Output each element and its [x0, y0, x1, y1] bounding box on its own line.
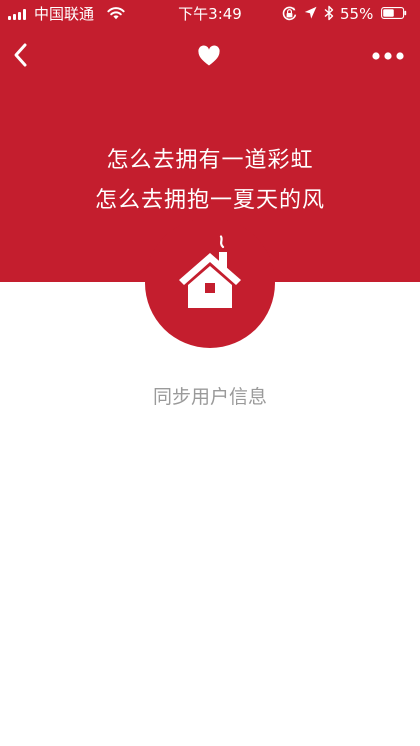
heart-icon[interactable]: [197, 45, 221, 67]
battery-icon: [381, 7, 407, 19]
sync-user-info-button[interactable]: 同步用户信息: [0, 385, 420, 409]
screen: 中国联通 下午3:49 55% 怎么去拥有一道彩虹 怎么去拥抱一夏天的风 同步用…: [0, 0, 420, 746]
location-icon: [304, 6, 317, 19]
more-dots-icon[interactable]: [370, 46, 406, 66]
lyric-line-2: 怎么去拥抱一夏天的风: [94, 188, 325, 213]
house-icon: [179, 235, 241, 308]
orientation-lock-icon: [282, 6, 297, 21]
lyric-line-1: 怎么去拥有一道彩虹: [106, 148, 314, 173]
battery-percent: 55%: [340, 5, 374, 23]
bluetooth-icon: [324, 5, 334, 21]
status-bar: 中国联通 下午3:49 55%: [0, 0, 420, 30]
back-chevron-icon[interactable]: [8, 40, 36, 70]
